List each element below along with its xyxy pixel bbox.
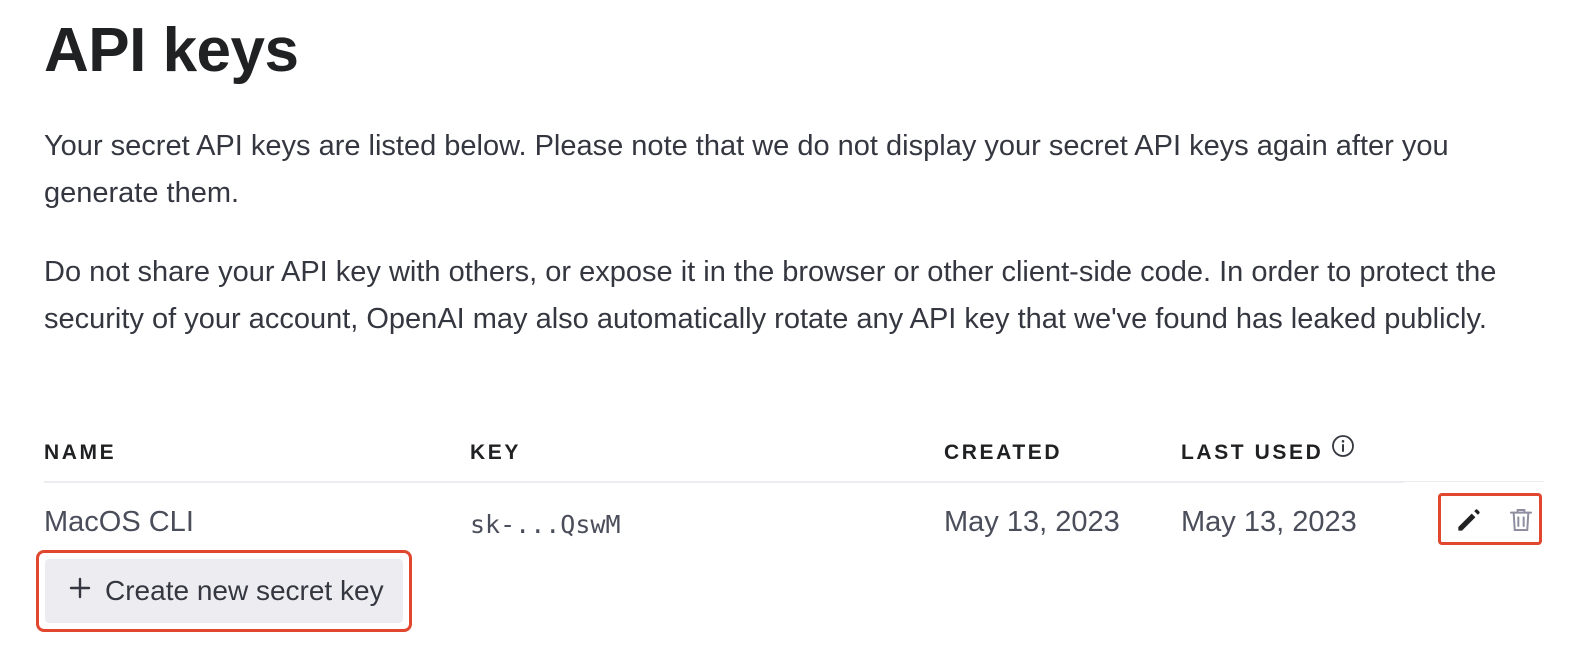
create-new-secret-key-button[interactable]: Create new secret key <box>45 559 403 623</box>
key-value-cell: sk-...QswM <box>470 510 621 539</box>
last-used-date-cell: May 13, 2023 <box>1181 506 1357 538</box>
create-new-secret-key-label: Create new secret key <box>105 575 384 606</box>
edit-key-button[interactable] <box>1453 504 1485 536</box>
column-header-key: KEY <box>470 441 521 464</box>
table-row: MacOS CLI sk-...QswM May 13, 2023 May 13… <box>44 493 1544 545</box>
edit-icon <box>1453 509 1485 539</box>
column-header-created: CREATED <box>944 441 1063 464</box>
created-date-cell: May 13, 2023 <box>944 506 1120 538</box>
row-actions <box>1438 493 1542 545</box>
delete-key-button[interactable] <box>1505 504 1537 536</box>
key-name-cell: MacOS CLI <box>44 506 194 538</box>
create-key-highlight: Create new secret key <box>36 550 412 632</box>
info-icon[interactable] <box>1331 434 1355 469</box>
column-header-last-used-label: LAST USED <box>1181 441 1324 464</box>
column-header-last-used: LAST USED <box>1181 434 1355 470</box>
table-header: NAME KEY CREATED LAST USED <box>44 434 1544 470</box>
trash-icon <box>1505 509 1537 539</box>
header-divider-extension <box>1404 481 1544 482</box>
security-warning-paragraph: Do not share your API key with others, o… <box>44 256 1497 335</box>
plus-icon <box>69 574 91 606</box>
column-header-name: NAME <box>44 441 117 464</box>
page-title: API keys <box>44 16 299 85</box>
header-divider <box>44 481 1404 483</box>
description-paragraph: Your secret API keys are listed below. P… <box>44 130 1449 209</box>
